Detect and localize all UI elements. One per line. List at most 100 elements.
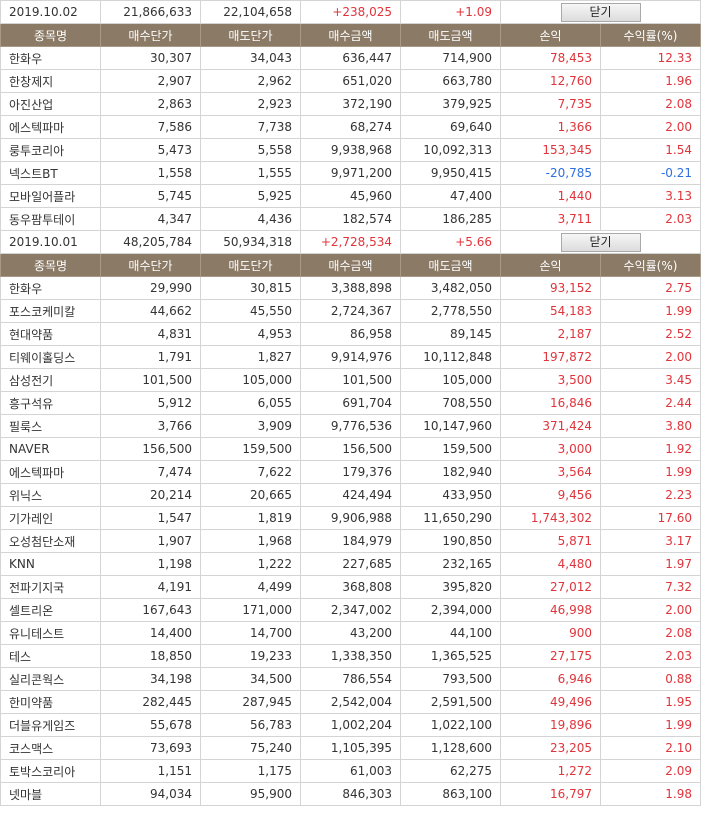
table-row: 삼성전기 101,500 105,000 101,500 105,000 3,500 3.4… [0, 368, 701, 392]
buy-price: 167,643 [100, 598, 201, 622]
buy-amount: 9,971,200 [300, 161, 401, 185]
day-sell-total: 50,934,318 [200, 230, 301, 254]
stock-name: 에스텍파마 [0, 460, 101, 484]
buy-price: 2,907 [100, 69, 201, 93]
sell-amount: 47,400 [400, 184, 501, 208]
column-header: 종목명 [0, 23, 101, 47]
sell-amount: 10,147,960 [400, 414, 501, 438]
buy-amount: 2,724,367 [300, 299, 401, 323]
buy-amount: 61,003 [300, 759, 401, 783]
sell-amount: 1,022,100 [400, 713, 501, 737]
close-button[interactable]: 닫기 [560, 2, 641, 22]
column-header: 매수단가 [100, 23, 201, 47]
stock-name: 한창제지 [0, 69, 101, 93]
profit-rate: 1.96 [600, 69, 701, 93]
buy-amount: 9,906,988 [300, 506, 401, 530]
profit-amount: 3,000 [500, 437, 601, 461]
profit-amount: 197,872 [500, 345, 601, 369]
profit-rate: 2.08 [600, 621, 701, 645]
sell-price: 5,558 [200, 138, 301, 162]
profit-rate: 1.98 [600, 782, 701, 806]
table-row: 토박스코리아 1,151 1,175 61,003 62,275 1,272 2.09 [0, 759, 701, 783]
profit-amount: 1,440 [500, 184, 601, 208]
trade-history-panel: 2019.10.02 21,866,633 22,104,658 +238,025 +1… [0, 0, 701, 806]
profit-amount: 1,366 [500, 115, 601, 139]
sell-amount: 2,394,000 [400, 598, 501, 622]
trade-history-body: 2019.10.02 21,866,633 22,104,658 +238,025 +1… [0, 0, 701, 806]
day-profit: +2,728,534 [300, 230, 401, 254]
profit-rate: 7.32 [600, 575, 701, 599]
profit-amount: 49,496 [500, 690, 601, 714]
buy-amount: 43,200 [300, 621, 401, 645]
column-header: 매도단가 [200, 23, 301, 47]
profit-rate: 1.97 [600, 552, 701, 576]
sell-amount: 663,780 [400, 69, 501, 93]
profit-amount: 78,453 [500, 46, 601, 70]
sell-amount: 186,285 [400, 207, 501, 231]
stock-name: 넥스트BT [0, 161, 101, 185]
profit-rate: 3.80 [600, 414, 701, 438]
day-buy-total: 21,866,633 [100, 0, 201, 24]
sell-price: 19,233 [200, 644, 301, 668]
sell-amount: 1,128,600 [400, 736, 501, 760]
stock-name: 코스맥스 [0, 736, 101, 760]
column-header-row: 종목명 매수단가 매도단가 매수금액 매도금액 손익 수익률(%) [0, 253, 701, 277]
sell-price: 1,175 [200, 759, 301, 783]
sell-amount: 11,650,290 [400, 506, 501, 530]
table-row: 한화우 30,307 34,043 636,447 714,900 78,453 12.33 [0, 46, 701, 70]
column-header: 매도금액 [400, 23, 501, 47]
profit-amount: 2,187 [500, 322, 601, 346]
profit-rate: 3.17 [600, 529, 701, 553]
stock-name: 위닉스 [0, 483, 101, 507]
profit-amount: 23,205 [500, 736, 601, 760]
buy-amount: 636,447 [300, 46, 401, 70]
sell-price: 7,738 [200, 115, 301, 139]
buy-price: 20,214 [100, 483, 201, 507]
sell-price: 30,815 [200, 276, 301, 300]
stock-name: 동우팜투테이 [0, 207, 101, 231]
stock-name: 넷마블 [0, 782, 101, 806]
profit-rate: 2.23 [600, 483, 701, 507]
day-rate: +1.09 [400, 0, 501, 24]
table-row: 유니테스트 14,400 14,700 43,200 44,100 900 2.08 [0, 621, 701, 645]
column-header: 수익률(%) [600, 23, 701, 47]
buy-price: 55,678 [100, 713, 201, 737]
sell-amount: 9,950,415 [400, 161, 501, 185]
day-profit: +238,025 [300, 0, 401, 24]
sell-price: 1,827 [200, 345, 301, 369]
profit-rate: 2.03 [600, 207, 701, 231]
sell-price: 4,953 [200, 322, 301, 346]
table-row: 한화우 29,990 30,815 3,388,898 3,482,050 93,152 2… [0, 276, 701, 300]
close-button[interactable]: 닫기 [560, 232, 641, 252]
table-row: 티웨이홀딩스 1,791 1,827 9,914,976 10,112,848 197,8… [0, 345, 701, 369]
table-row: 에스텍파마 7,586 7,738 68,274 69,640 1,366 2.00 [0, 115, 701, 139]
profit-amount: 16,846 [500, 391, 601, 415]
table-row: 실리콘웍스 34,198 34,500 786,554 793,500 6,946 0.88 [0, 667, 701, 691]
sell-price: 75,240 [200, 736, 301, 760]
day-sell-total: 22,104,658 [200, 0, 301, 24]
stock-name: 흥구석유 [0, 391, 101, 415]
buy-price: 101,500 [100, 368, 201, 392]
profit-amount: 12,760 [500, 69, 601, 93]
stock-name: NAVER [0, 437, 101, 461]
profit-amount: 6,946 [500, 667, 601, 691]
table-row: 넷마블 94,034 95,900 846,303 863,100 16,797 1.98 [0, 782, 701, 806]
buy-amount: 101,500 [300, 368, 401, 392]
profit-amount: 3,711 [500, 207, 601, 231]
sell-price: 1,555 [200, 161, 301, 185]
column-header: 매수금액 [300, 253, 401, 277]
buy-amount: 372,190 [300, 92, 401, 116]
profit-rate: 2.52 [600, 322, 701, 346]
sell-price: 171,000 [200, 598, 301, 622]
sell-price: 95,900 [200, 782, 301, 806]
buy-price: 14,400 [100, 621, 201, 645]
profit-rate: 2.03 [600, 644, 701, 668]
column-header: 매수단가 [100, 253, 201, 277]
day-rate: +5.66 [400, 230, 501, 254]
sell-price: 4,436 [200, 207, 301, 231]
buy-price: 1,791 [100, 345, 201, 369]
sell-amount: 395,820 [400, 575, 501, 599]
sell-amount: 62,275 [400, 759, 501, 783]
buy-amount: 182,574 [300, 207, 401, 231]
sell-amount: 69,640 [400, 115, 501, 139]
